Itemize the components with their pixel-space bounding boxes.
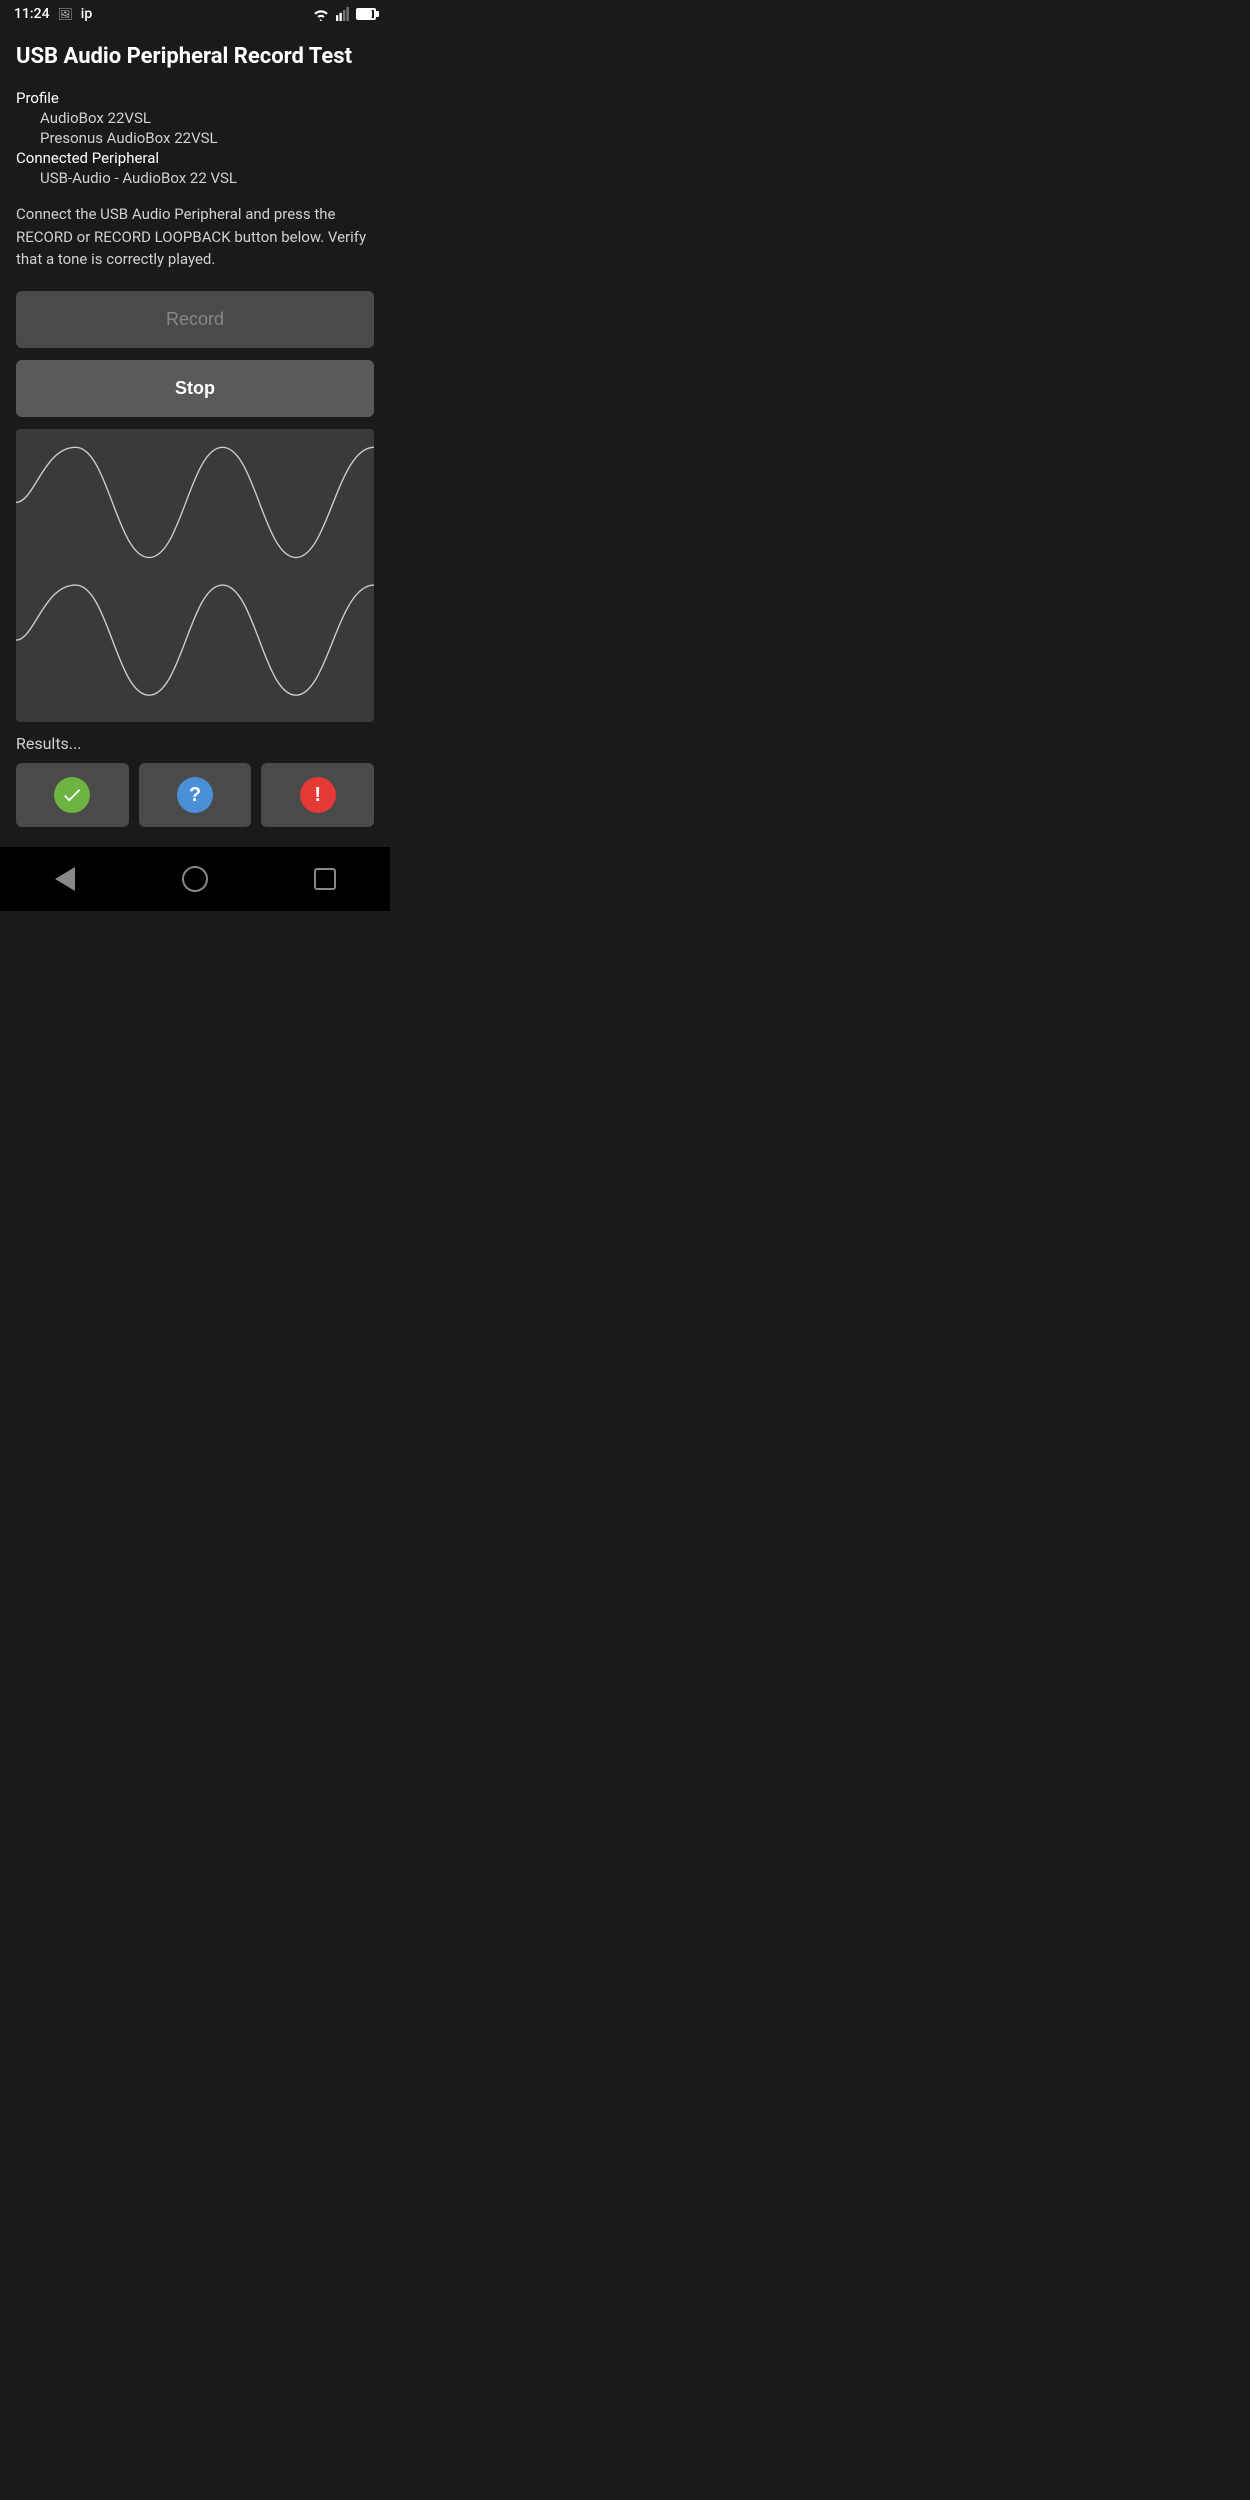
- record-button[interactable]: Record: [16, 291, 374, 348]
- result-error-button[interactable]: !: [261, 763, 374, 827]
- ip-label: ip: [81, 6, 92, 22]
- result-success-button[interactable]: [16, 763, 129, 827]
- connected-label: Connected Peripheral: [16, 149, 374, 167]
- nav-bar: [0, 847, 390, 911]
- time-display: 11:24: [14, 6, 50, 22]
- battery-icon: [356, 8, 376, 20]
- results-label: Results...: [16, 734, 374, 753]
- home-icon: [182, 866, 208, 892]
- back-icon: [55, 867, 75, 891]
- stop-button[interactable]: Stop: [16, 360, 374, 417]
- exclamation-icon: !: [300, 777, 336, 813]
- profile-section: Profile AudioBox 22VSL Presonus AudioBox…: [16, 89, 374, 187]
- status-right: [312, 7, 376, 21]
- check-icon: [54, 777, 90, 813]
- home-button[interactable]: [175, 859, 215, 899]
- waveform-svg: [16, 429, 374, 723]
- recent-button[interactable]: [305, 859, 345, 899]
- question-icon: ?: [177, 777, 213, 813]
- results-buttons: ? !: [16, 763, 374, 827]
- connected-value: USB-Audio - AudioBox 22 VSL: [16, 169, 374, 187]
- result-unknown-button[interactable]: ?: [139, 763, 252, 827]
- status-left: 11:24 🖼 ip: [14, 6, 92, 22]
- waveform-display: [16, 429, 374, 723]
- image-icon: 🖼: [58, 7, 73, 21]
- main-content: USB Audio Peripheral Record Test Profile…: [0, 28, 390, 827]
- status-bar: 11:24 🖼 ip: [0, 0, 390, 28]
- back-button[interactable]: [45, 859, 85, 899]
- profile-label: Profile: [16, 89, 374, 107]
- signal-icon: [336, 7, 350, 21]
- wifi-icon: [312, 7, 330, 21]
- profile-line1: AudioBox 22VSL: [16, 109, 374, 127]
- description-text: Connect the USB Audio Peripheral and pre…: [16, 203, 374, 271]
- recent-icon: [314, 868, 336, 890]
- page-title: USB Audio Peripheral Record Test: [16, 44, 374, 69]
- profile-line2: Presonus AudioBox 22VSL: [16, 129, 374, 147]
